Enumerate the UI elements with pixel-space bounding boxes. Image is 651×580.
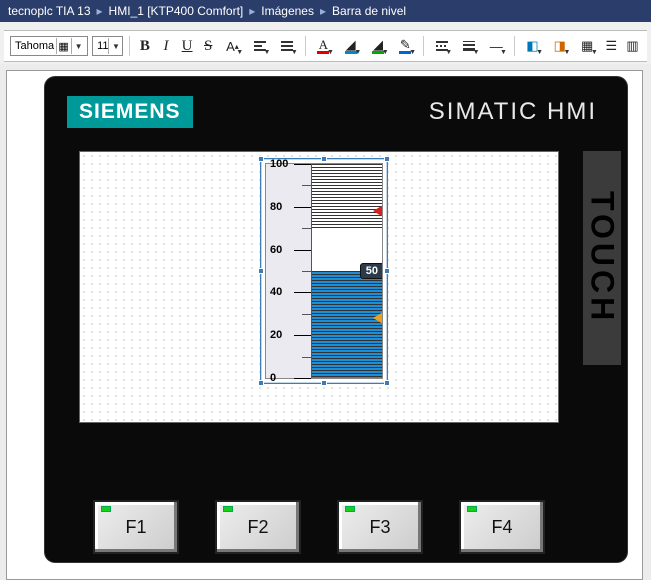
bar-value-text: 50 — [366, 265, 378, 277]
grid-cols-button[interactable]: ▥ — [624, 35, 641, 57]
font-size-select[interactable]: 11 ▼ — [92, 36, 123, 56]
crumb[interactable]: tecnoplc TIA 13 — [8, 4, 91, 18]
hmi-device-frame: SIEMENS SIMATIC HMI TOUCH — [45, 77, 627, 562]
scale-tick-label: 40 — [270, 286, 282, 298]
device-model-label: SIMATIC HMI — [429, 98, 597, 126]
align-vertical-button[interactable]: ▼ — [275, 35, 298, 57]
font-family-value: Tahoma — [15, 40, 54, 52]
touch-strip: TOUCH — [583, 151, 621, 365]
rows-icon: ☰ — [606, 38, 618, 54]
fkey-label: F3 — [369, 517, 390, 538]
hmi-screen-area[interactable]: 0 20 40 60 80 100 50 — [79, 151, 559, 423]
function-key-f2[interactable]: F2 — [215, 500, 301, 554]
scale-tick-label: 60 — [270, 244, 282, 256]
function-key-f4[interactable]: F4 — [459, 500, 545, 554]
touch-label: TOUCH — [584, 191, 621, 324]
scale-tick-label: 100 — [270, 158, 288, 170]
crumb[interactable]: HMI_1 [KTP400 Comfort] — [109, 4, 244, 18]
underline-button[interactable]: U — [179, 35, 196, 57]
line-style-button[interactable]: ▼ — [430, 35, 453, 57]
chevron-down-icon[interactable]: ▼ — [108, 38, 122, 54]
fkey-label: F1 — [125, 517, 146, 538]
chevron-down-icon[interactable]: ▼ — [71, 38, 85, 54]
fill-color-button[interactable]: ◢▼ — [339, 35, 362, 57]
editor-canvas[interactable]: SIEMENS SIMATIC HMI TOUCH — [6, 70, 643, 580]
italic-button[interactable]: I — [157, 35, 174, 57]
line-ends-button[interactable]: —▼ — [485, 35, 508, 57]
font-family-select[interactable]: Tahoma ▦ ▼ — [10, 36, 88, 56]
background-color-button[interactable]: ◢▼ — [366, 35, 389, 57]
line-color-button[interactable]: ✎▼ — [394, 35, 417, 57]
function-key-f1[interactable]: F1 — [93, 500, 179, 554]
chevron-right-icon: ▸ — [249, 4, 255, 18]
scale-tick-label: 20 — [270, 329, 282, 341]
high-limit-marker-icon — [373, 205, 382, 217]
led-icon — [101, 506, 111, 512]
bar-fill-area: 50 — [312, 164, 382, 378]
object-style1-button[interactable]: ◧▼ — [521, 35, 544, 57]
crumb[interactable]: Barra de nivel — [332, 4, 406, 18]
low-limit-marker-icon — [373, 312, 382, 324]
font-picker-icon[interactable]: ▦ — [56, 38, 70, 54]
crumb[interactable]: Imágenes — [261, 4, 314, 18]
fkey-label: F4 — [491, 517, 512, 538]
font-size-value: 11 — [97, 40, 108, 52]
object-style2-button[interactable]: ◨▼ — [548, 35, 571, 57]
chevron-right-icon: ▸ — [97, 4, 103, 18]
bar-scale: 020406080100 — [266, 164, 312, 378]
bold-button[interactable]: B — [136, 35, 153, 57]
function-key-row: F1 F2 F3 F4 — [93, 500, 545, 554]
breadcrumb: tecnoplc TIA 13 ▸ HMI_1 [KTP400 Comfort]… — [0, 0, 651, 22]
chevron-right-icon: ▸ — [320, 4, 326, 18]
fkey-label: F2 — [247, 517, 268, 538]
scale-tick-label: 80 — [270, 201, 282, 213]
table-style-button[interactable]: ▦▼ — [575, 35, 598, 57]
led-icon — [467, 506, 477, 512]
led-icon — [345, 506, 355, 512]
level-bar-widget[interactable]: 0 20 40 60 80 100 50 — [260, 158, 388, 384]
line-weight-button[interactable]: ▼ — [457, 35, 480, 57]
strikethrough-button[interactable]: S — [200, 35, 217, 57]
led-icon — [223, 506, 233, 512]
function-key-f3[interactable]: F3 — [337, 500, 423, 554]
text-script-button[interactable]: A▴▼ — [221, 35, 244, 57]
font-color-button[interactable]: A▼ — [312, 35, 335, 57]
grid-rows-button[interactable]: ☰ — [603, 35, 620, 57]
cols-icon: ▥ — [626, 38, 638, 54]
text-format-toolbar: Tahoma ▦ ▼ 11 ▼ B I U S A▴▼ ▼ ▼ A▼ ◢▼ ◢▼… — [4, 30, 647, 62]
bar-value-badge: 50 — [360, 263, 382, 279]
align-left-button[interactable]: ▼ — [248, 35, 271, 57]
siemens-logo: SIEMENS — [67, 96, 193, 128]
scale-tick-label: 0 — [270, 372, 276, 384]
